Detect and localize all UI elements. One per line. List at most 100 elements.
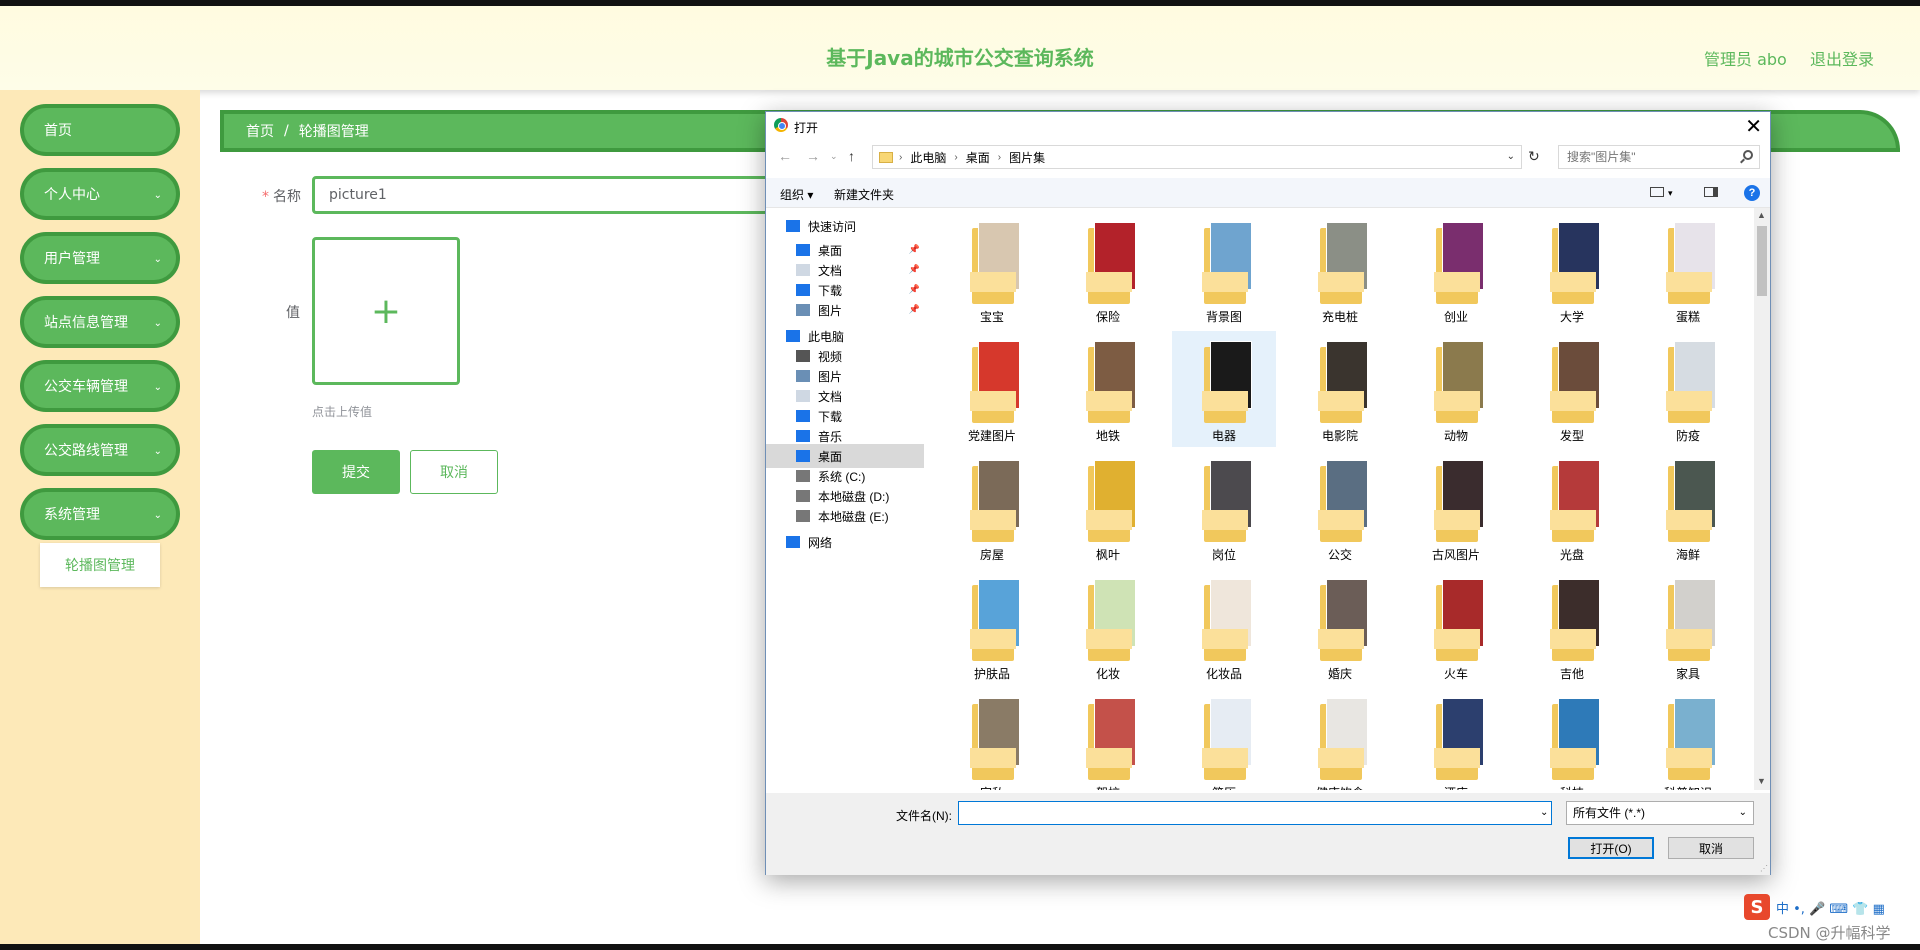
nav-item[interactable]: 图片 📌 bbox=[766, 298, 924, 322]
folder-item[interactable]: 发型 bbox=[1520, 331, 1624, 447]
nav-item[interactable]: 本地磁盘 (E:) bbox=[766, 504, 924, 528]
folder-item[interactable]: 护肤品 bbox=[940, 569, 1044, 685]
menu-item-system[interactable]: 系统管理 ⌄ bbox=[20, 488, 180, 540]
scroll-up-icon[interactable]: ▲ bbox=[1757, 210, 1766, 220]
folder-item[interactable]: 电影院 bbox=[1288, 331, 1392, 447]
sidebar: 首页 个人中心 ⌄ 用户管理 ⌄ 站点信息管理 ⌄ 公交车辆管理 ⌄ 公交路线管理 ⌄ 系… bbox=[0, 90, 200, 948]
folder-item[interactable]: 光盘 bbox=[1520, 450, 1624, 566]
folder-item[interactable]: 大学 bbox=[1520, 212, 1624, 328]
nav-item[interactable]: 网络 bbox=[766, 530, 924, 554]
chevron-down-icon: ⌄ bbox=[153, 318, 162, 329]
scroll-down-icon[interactable]: ▼ bbox=[1757, 776, 1766, 786]
forward-arrow-icon[interactable]: → bbox=[806, 148, 820, 164]
download-icon bbox=[796, 410, 810, 422]
filetype-value: 所有文件 (*.*) bbox=[1573, 806, 1646, 820]
folder-item[interactable]: 家具 bbox=[1636, 569, 1740, 685]
nav-item-label: 系统 (C:) bbox=[818, 469, 866, 484]
new-folder-button[interactable]: 新建文件夹 bbox=[834, 186, 894, 203]
folder-item[interactable]: 背景图 bbox=[1172, 212, 1276, 328]
folder-flap bbox=[1202, 510, 1248, 530]
menu-item-personal[interactable]: 个人中心 ⌄ bbox=[20, 168, 180, 220]
close-icon[interactable]: ✕ bbox=[1745, 114, 1762, 139]
organize-button[interactable]: 组织 ▾ bbox=[780, 186, 813, 203]
folder-item[interactable]: 海鲜 bbox=[1636, 450, 1740, 566]
image-upload[interactable]: + bbox=[312, 237, 460, 385]
vertical-scrollbar[interactable]: ▲ ▼ bbox=[1754, 208, 1770, 790]
chevron-down-icon[interactable]: ⌄ bbox=[1540, 807, 1548, 818]
breadcrumb-home[interactable]: 首页 bbox=[246, 121, 274, 141]
search-box[interactable] bbox=[1558, 145, 1760, 169]
folder-item[interactable]: 宝宝 bbox=[940, 212, 1044, 328]
folder-item[interactable]: 充电桩 bbox=[1288, 212, 1392, 328]
folder-item[interactable]: 吉他 bbox=[1520, 569, 1624, 685]
nav-item[interactable]: 快速访问 bbox=[766, 214, 924, 238]
dialog-cancel-button[interactable]: 取消 bbox=[1668, 837, 1754, 859]
address-bar[interactable]: › 此电脑 › 桌面 › 图片集 ⌄ bbox=[872, 145, 1522, 169]
menu-item-routes[interactable]: 公交路线管理 ⌄ bbox=[20, 424, 180, 476]
back-arrow-icon[interactable]: ← bbox=[778, 148, 792, 164]
folder-flap bbox=[1550, 748, 1596, 768]
path-segment[interactable]: 桌面 bbox=[966, 149, 990, 166]
cancel-button[interactable]: 取消 bbox=[410, 450, 498, 494]
folder-item[interactable]: 酒店 bbox=[1404, 688, 1508, 790]
folder-item[interactable]: 党建图片 bbox=[940, 331, 1044, 447]
folder-item[interactable]: 防疫 bbox=[1636, 331, 1740, 447]
path-segment[interactable]: 此电脑 bbox=[910, 149, 946, 166]
folder-item[interactable]: 创业 bbox=[1404, 212, 1508, 328]
pin-icon: 📌 bbox=[908, 284, 920, 294]
folder-item[interactable]: 化妆 bbox=[1056, 569, 1160, 685]
folder-item[interactable]: 古风图片 bbox=[1404, 450, 1508, 566]
network-icon bbox=[786, 536, 800, 548]
path-segment[interactable]: 图片集 bbox=[1009, 149, 1045, 166]
folder-item[interactable]: 动物 bbox=[1404, 331, 1508, 447]
drive-icon bbox=[796, 490, 810, 502]
help-icon[interactable]: ? bbox=[1744, 185, 1760, 201]
open-button[interactable]: 打开(O) bbox=[1568, 837, 1654, 859]
folder-item[interactable]: 电器 bbox=[1172, 331, 1276, 447]
filetype-select[interactable]: 所有文件 (*.*) ⌄ bbox=[1566, 801, 1754, 825]
resize-grip-icon[interactable]: ⋰ bbox=[1760, 864, 1768, 873]
folder-item[interactable]: 地铁 bbox=[1056, 331, 1160, 447]
folder-item[interactable]: 保险 bbox=[1056, 212, 1160, 328]
folder-item[interactable]: 房屋 bbox=[940, 450, 1044, 566]
folder-item[interactable]: 公交 bbox=[1288, 450, 1392, 566]
folder-label: 简历 bbox=[1172, 784, 1276, 790]
refresh-icon[interactable]: ↻ bbox=[1528, 148, 1540, 165]
menu-item-home[interactable]: 首页 bbox=[20, 104, 180, 156]
folder-item[interactable]: 化妆品 bbox=[1172, 569, 1276, 685]
chevron-down-icon: ⌄ bbox=[153, 190, 162, 201]
chevron-down-icon[interactable]: ⌄ bbox=[1507, 151, 1515, 162]
nav-item-label: 桌面 bbox=[818, 243, 843, 258]
menu-item-users[interactable]: 用户管理 ⌄ bbox=[20, 232, 180, 284]
recent-chevron-icon[interactable]: ⌄ bbox=[830, 151, 838, 162]
folder-item[interactable]: 枫叶 bbox=[1056, 450, 1160, 566]
folder-item[interactable]: 驾校 bbox=[1056, 688, 1160, 790]
filename-input[interactable] bbox=[958, 801, 1552, 825]
up-arrow-icon[interactable]: ↑ bbox=[848, 148, 855, 164]
submenu-item-carousel[interactable]: 轮播图管理 bbox=[40, 543, 160, 587]
folder-item[interactable]: 简历 bbox=[1172, 688, 1276, 790]
preview-pane-icon[interactable] bbox=[1704, 187, 1718, 197]
chevron-down-icon[interactable]: ▾ bbox=[1668, 188, 1673, 199]
ime-toolbar[interactable]: S 中 •, 🎤 ⌨ 👕 ▦ bbox=[1744, 894, 1885, 920]
download-icon bbox=[796, 284, 810, 296]
search-input[interactable] bbox=[1559, 147, 1729, 167]
breadcrumb-separator: › bbox=[899, 151, 903, 163]
logout-link[interactable]: 退出登录 bbox=[1810, 46, 1874, 70]
watermark: CSDN @升幅科学 bbox=[1768, 924, 1891, 942]
folder-item[interactable]: 蛋糕 bbox=[1636, 212, 1740, 328]
menu-item-stations[interactable]: 站点信息管理 ⌄ bbox=[20, 296, 180, 348]
folder-item[interactable]: 科技 bbox=[1520, 688, 1624, 790]
name-input[interactable]: picture1 bbox=[312, 176, 832, 214]
menu-item-buses[interactable]: 公交车辆管理 ⌄ bbox=[20, 360, 180, 412]
pin-icon: 📌 bbox=[908, 264, 920, 274]
folder-item[interactable]: 婚庆 bbox=[1288, 569, 1392, 685]
folder-item[interactable]: 健康饮食 bbox=[1288, 688, 1392, 790]
folder-item[interactable]: 科普知识 bbox=[1636, 688, 1740, 790]
view-options-icon[interactable] bbox=[1650, 187, 1664, 197]
folder-item[interactable]: 家私 bbox=[940, 688, 1044, 790]
folder-item[interactable]: 岗位 bbox=[1172, 450, 1276, 566]
folder-item[interactable]: 火车 bbox=[1404, 569, 1508, 685]
submit-button[interactable]: 提交 bbox=[312, 450, 400, 494]
scroll-thumb[interactable] bbox=[1757, 226, 1767, 296]
